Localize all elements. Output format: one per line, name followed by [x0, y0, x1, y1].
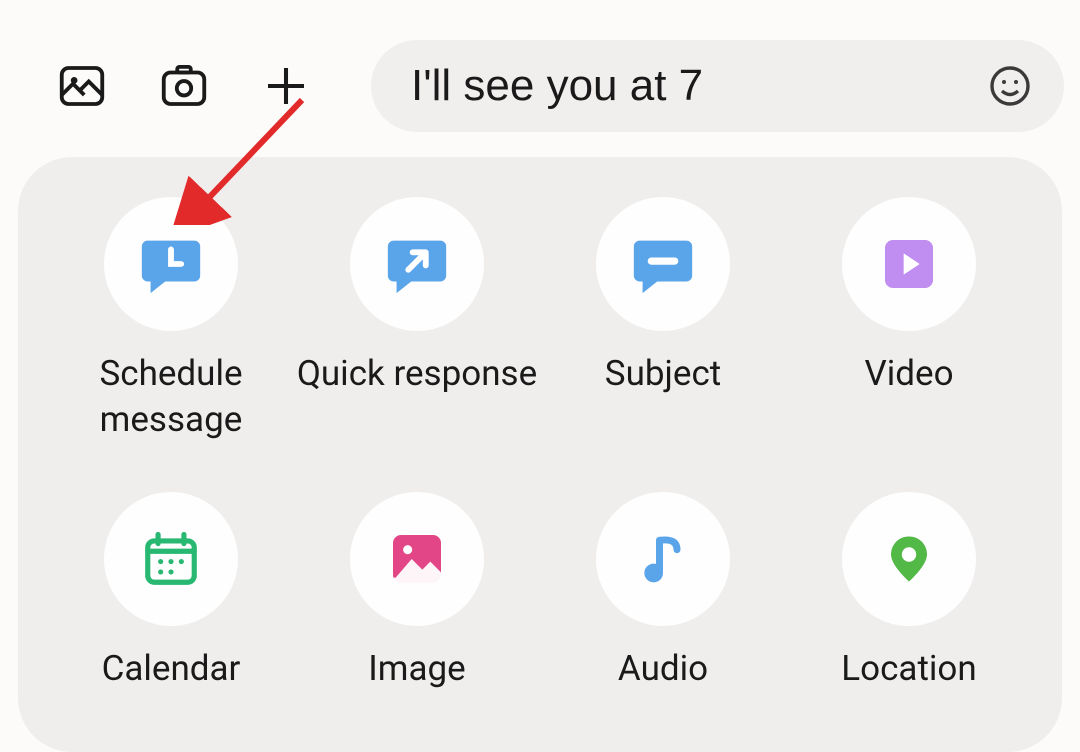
quick-response-icon	[350, 197, 484, 331]
option-label: Subject	[605, 351, 721, 397]
option-subject[interactable]: Subject	[540, 197, 786, 442]
option-label: Image	[368, 646, 465, 692]
plus-icon[interactable]	[259, 59, 313, 113]
message-input-container[interactable]	[371, 40, 1064, 132]
option-calendar[interactable]: Calendar	[48, 492, 294, 692]
option-label: Location	[841, 646, 976, 692]
option-label: Audio	[618, 646, 708, 692]
option-image[interactable]: Image	[294, 492, 540, 692]
option-video[interactable]: Video	[786, 197, 1032, 442]
emoji-icon[interactable]	[986, 62, 1034, 110]
option-audio[interactable]: Audio	[540, 492, 786, 692]
option-quick-response[interactable]: Quick response	[294, 197, 540, 442]
subject-icon	[596, 197, 730, 331]
calendar-icon	[104, 492, 238, 626]
option-label: Schedulemessage	[99, 351, 242, 442]
option-label: Quick response	[297, 351, 537, 397]
option-location[interactable]: Location	[786, 492, 1032, 692]
options-panel: Schedulemessage Quick response Subject V…	[18, 157, 1062, 752]
option-label: Video	[864, 351, 953, 397]
gallery-icon[interactable]	[55, 59, 109, 113]
camera-icon[interactable]	[157, 59, 211, 113]
message-input[interactable]	[411, 61, 986, 111]
image-icon	[350, 492, 484, 626]
schedule-message-icon	[104, 197, 238, 331]
option-label: Calendar	[102, 646, 241, 692]
location-icon	[842, 492, 976, 626]
option-schedule-message[interactable]: Schedulemessage	[48, 197, 294, 442]
audio-icon	[596, 492, 730, 626]
video-icon	[842, 197, 976, 331]
